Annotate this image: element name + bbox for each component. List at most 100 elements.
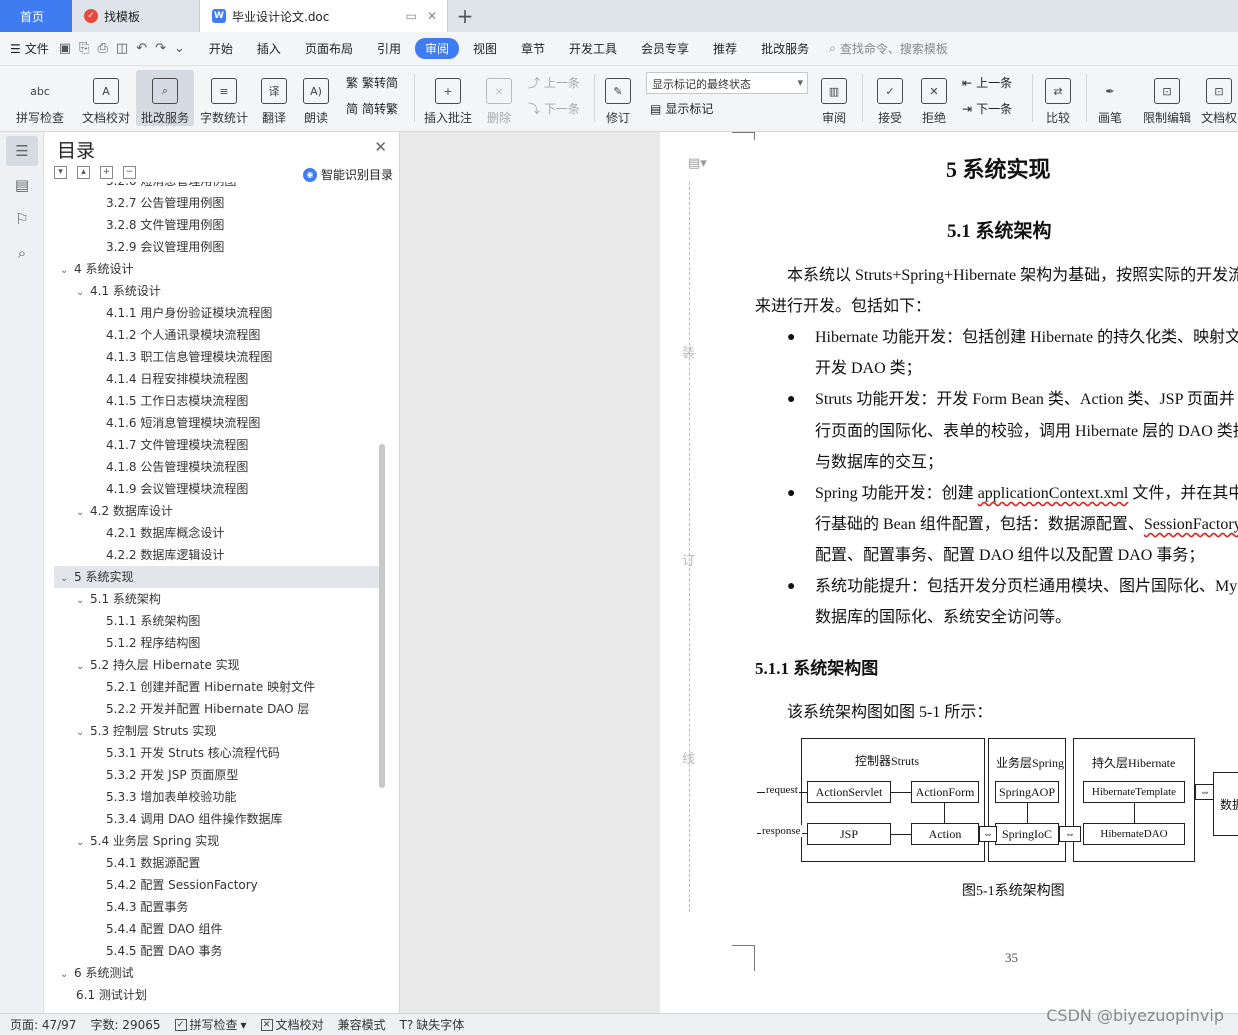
toc-item[interactable]: 5.4.5 配置 DAO 事务 (54, 940, 380, 962)
menu-tab[interactable]: 审阅 (414, 38, 459, 59)
toc-item[interactable]: 3.2.6 短消息管理用例图 (54, 182, 380, 192)
compare-button[interactable]: ⇄ 比较 (1040, 70, 1076, 126)
trad-to-simp-button[interactable]: 繁繁转简 (346, 74, 398, 91)
next-comment-button[interactable]: ⤵ 下一条 (528, 100, 580, 117)
chevron-down-icon[interactable]: ⌄ (76, 656, 90, 678)
save-icon[interactable]: ▣ (59, 41, 71, 56)
toc-item[interactable]: 4.2.2 数据库逻辑设计 (54, 544, 380, 566)
toc-item[interactable]: 5.2.2 开发并配置 Hibernate DAO 层 (54, 698, 380, 720)
redo-icon[interactable]: ↷ (155, 41, 166, 56)
document-page[interactable]: ▤▾ 装 订 线 5 系统实现 5.1 系统架构 本系统以 Struts+Spr… (660, 132, 1238, 1013)
prev-comment-button[interactable]: ⤴ 上一条 (528, 74, 580, 91)
toc-item[interactable]: 5.1.1 系统架构图 (54, 610, 380, 632)
toc-item[interactable]: 3.2.9 会议管理用例图 (54, 236, 380, 258)
chapter-nav-icon[interactable]: ▤ (6, 170, 38, 200)
toc-item[interactable]: 5.3.3 增加表单校验功能 (54, 786, 380, 808)
toc-scrollbar[interactable] (379, 444, 385, 788)
menu-tab[interactable]: 视图 (463, 38, 507, 59)
chevron-down-icon[interactable]: ⌄ (76, 832, 90, 854)
toc-item[interactable]: 3.2.8 文件管理用例图 (54, 214, 380, 236)
customize-toolbar-icon[interactable]: ⌄ (174, 41, 185, 56)
wordcount-button[interactable]: ≡ 字数统计 (198, 70, 250, 126)
insert-comment-button[interactable]: + 插入批注 (422, 70, 474, 126)
show-markup-button[interactable]: ▤ 显示标记 (650, 100, 713, 117)
toc-item[interactable]: ⌄ 5.4 业务层 Spring 实现 (54, 830, 380, 852)
expand-all-icon[interactable]: ▾ (54, 166, 67, 179)
toc-item[interactable]: 4.1.3 职工信息管理模块流程图 (54, 346, 380, 368)
missing-font[interactable]: T? 缺失字体 (400, 1016, 465, 1033)
menu-tab[interactable]: 开始 (199, 38, 243, 59)
toc-item[interactable]: 5.4.2 配置 SessionFactory (54, 874, 380, 896)
review-service-button[interactable]: ⌕ 批改服务 (136, 70, 194, 126)
export-pdf-icon[interactable]: ⎘ (79, 41, 89, 56)
search-icon[interactable]: ⌕ (6, 238, 38, 268)
file-menu[interactable]: ☰ 文件 (10, 40, 49, 57)
menu-tab[interactable]: 插入 (247, 38, 291, 59)
toc-item[interactable]: 4.1.4 日程安排模块流程图 (54, 368, 380, 390)
track-changes-button[interactable]: ✎ 修订 (600, 70, 636, 126)
new-tab-button[interactable]: + (448, 0, 482, 32)
collapse-all-icon[interactable]: ▴ (77, 166, 90, 179)
restrict-editing-button[interactable]: ⊡ 限制编辑 (1140, 70, 1194, 126)
read-aloud-button[interactable]: A) 朗读 (298, 70, 334, 126)
doc-permission-button[interactable]: ⊡ 文档权 (1200, 70, 1238, 126)
toc-item[interactable]: 5.4.3 配置事务 (54, 896, 380, 918)
toc-item[interactable]: 5.2.1 创建并配置 Hibernate 映射文件 (54, 676, 380, 698)
tab-pin-icon[interactable]: ▭ (406, 9, 417, 23)
pen-button[interactable]: ✒ 画笔 (1092, 70, 1128, 126)
status-doccheck[interactable]: ✕ 文档校对 (260, 1016, 324, 1033)
menu-tab[interactable]: 引用 (367, 38, 411, 59)
spellcheck-button[interactable]: abc 拼写检查 (8, 70, 72, 126)
toc-item[interactable]: ⌄ 4.1 系统设计 (54, 280, 380, 302)
toc-item[interactable]: ⌄ 5.3 控制层 Struts 实现 (54, 720, 380, 742)
toc-item[interactable]: ⌄ 5.2 持久层 Hibernate 实现 (54, 654, 380, 676)
print-icon[interactable]: ⎙ (97, 41, 107, 56)
toc-item[interactable]: ⌄ 6 系统测试 (54, 962, 380, 984)
toc-item[interactable]: 5.4.4 配置 DAO 组件 (54, 918, 380, 940)
reject-button[interactable]: ✕ 拒绝 (916, 70, 952, 126)
chevron-down-icon[interactable]: ⌄ (76, 590, 90, 612)
menu-tab[interactable]: 会员专享 (631, 38, 699, 59)
translate-button[interactable]: 译 翻译 (254, 70, 294, 126)
chevron-down-icon[interactable]: ⌄ (60, 260, 74, 282)
toc-item[interactable]: ⌄ 5 系统实现 (54, 566, 380, 588)
word-count[interactable]: 字数: 29065 (90, 1016, 160, 1033)
undo-icon[interactable]: ↶ (136, 41, 147, 56)
toc-item[interactable]: 5.1.2 程序结构图 (54, 632, 380, 654)
toc-item[interactable]: 3.2.7 公告管理用例图 (54, 192, 380, 214)
toc-item[interactable]: 4.2.1 数据库概念设计 (54, 522, 380, 544)
toc-item[interactable]: ⌄ 4 系统设计 (54, 258, 380, 280)
menu-tab[interactable]: 章节 (511, 38, 555, 59)
toc-item[interactable]: 6.1 测试计划 (54, 984, 380, 1006)
doccheck-button[interactable]: A 文档校对 (78, 70, 134, 126)
toc-item[interactable]: 4.1.6 短消息管理模块流程图 (54, 412, 380, 434)
add-heading-icon[interactable]: + (100, 166, 113, 179)
toc-item[interactable]: 5.3.1 开发 Struts 核心流程代码 (54, 742, 380, 764)
toc-item[interactable]: 4.1.1 用户身份验证模块流程图 (54, 302, 380, 324)
menu-tab[interactable]: 批改服务 (751, 38, 819, 59)
bookmark-icon[interactable]: ⚐ (6, 204, 38, 234)
remove-heading-icon[interactable]: − (123, 166, 136, 179)
tab-template[interactable]: ✓ 找模板 (72, 0, 200, 32)
simp-to-trad-button[interactable]: 简简转繁 (346, 100, 398, 117)
toc-item[interactable]: 4.1.5 工作日志模块流程图 (54, 390, 380, 412)
menu-tab[interactable]: 开发工具 (559, 38, 627, 59)
status-spellcheck[interactable]: ✓ 拼写检查 ▾ (174, 1016, 247, 1033)
close-icon[interactable]: ✕ (374, 138, 387, 156)
toc-item[interactable]: ⌄ 4.2 数据库设计 (54, 500, 380, 522)
chevron-down-icon[interactable]: ⌄ (76, 282, 90, 304)
chevron-down-icon[interactable]: ⌄ (60, 568, 74, 590)
tab-home[interactable]: 首页 (0, 0, 72, 32)
toc-item[interactable]: 4.1.7 文件管理模块流程图 (54, 434, 380, 456)
review-pane-button[interactable]: ▥ 审阅 (816, 70, 852, 126)
next-change-button[interactable]: ⇥ 下一条 (962, 100, 1012, 117)
tab-document[interactable]: W 毕业设计论文.doc ▭ ✕ (200, 0, 448, 32)
tab-close-icon[interactable]: ✕ (427, 9, 437, 23)
toc-item[interactable]: 4.1.9 会议管理模块流程图 (54, 478, 380, 500)
toc-item[interactable]: 5.3.2 开发 JSP 页面原型 (54, 764, 380, 786)
chevron-down-icon[interactable]: ⌄ (60, 964, 74, 986)
toc-item[interactable]: 4.1.2 个人通讯录模块流程图 (54, 324, 380, 346)
toc-item[interactable]: 5.4.1 数据源配置 (54, 852, 380, 874)
page-indicator[interactable]: 页面: 47/97 (10, 1016, 76, 1033)
print-preview-icon[interactable]: ◫ (116, 41, 128, 56)
